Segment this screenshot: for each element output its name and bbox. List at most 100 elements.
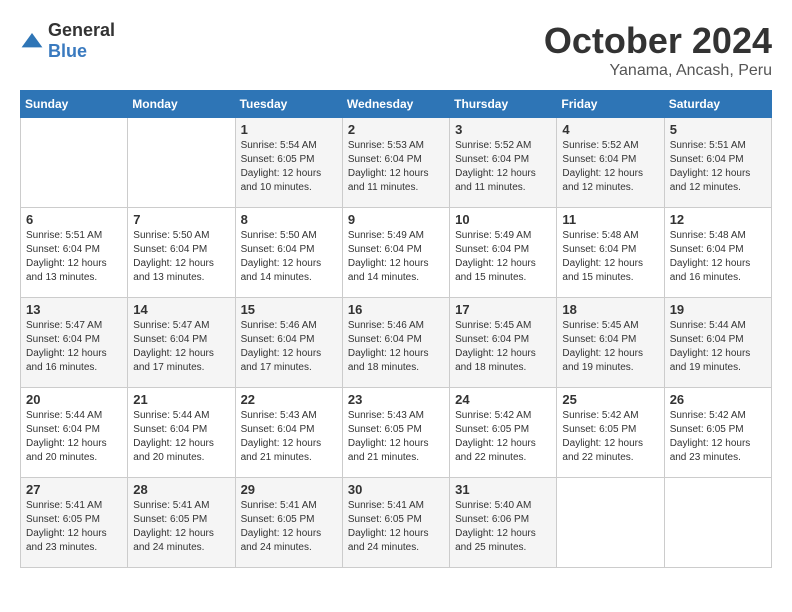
cell-info: Sunrise: 5:44 AMSunset: 6:04 PMDaylight:… <box>26 409 122 465</box>
day-number: 20 <box>26 392 122 407</box>
cell-info: Sunrise: 5:42 AMSunset: 6:05 PMDaylight:… <box>455 409 551 465</box>
calendar-cell: 8 Sunrise: 5:50 AMSunset: 6:04 PMDaylight… <box>235 208 342 298</box>
week-row-5: 27 Sunrise: 5:41 AMSunset: 6:05 PMDayligh… <box>21 478 772 568</box>
logo-general: General <box>48 20 115 40</box>
calendar-table: SundayMondayTuesdayWednesdayThursdayFrid… <box>20 90 772 568</box>
calendar-cell: 23 Sunrise: 5:43 AMSunset: 6:05 PMDayligh… <box>342 388 449 478</box>
cell-info: Sunrise: 5:51 AMSunset: 6:04 PMDaylight:… <box>26 229 122 285</box>
cell-info: Sunrise: 5:46 AMSunset: 6:04 PMDaylight:… <box>348 319 444 375</box>
calendar-cell: 14 Sunrise: 5:47 AMSunset: 6:04 PMDayligh… <box>128 298 235 388</box>
calendar-cell: 19 Sunrise: 5:44 AMSunset: 6:04 PMDayligh… <box>664 298 771 388</box>
calendar-cell: 21 Sunrise: 5:44 AMSunset: 6:04 PMDayligh… <box>128 388 235 478</box>
calendar-cell: 29 Sunrise: 5:41 AMSunset: 6:05 PMDayligh… <box>235 478 342 568</box>
calendar-cell: 18Sunrise: 5:45 AMSunset: 6:04 PMDayligh… <box>557 298 664 388</box>
location-title: Yanama, Ancash, Peru <box>544 62 772 80</box>
calendar-cell: 10 Sunrise: 5:49 AMSunset: 6:04 PMDayligh… <box>450 208 557 298</box>
cell-info: Sunrise: 5:50 AMSunset: 6:04 PMDaylight:… <box>241 229 337 285</box>
calendar-cell: 2 Sunrise: 5:53 AMSunset: 6:04 PMDaylight… <box>342 118 449 208</box>
cell-info: Sunrise: 5:41 AMSunset: 6:05 PMDaylight:… <box>26 499 122 555</box>
cell-info: Sunrise: 5:49 AMSunset: 6:04 PMDaylight:… <box>348 229 444 285</box>
cell-info: Sunrise: 5:48 AMSunset: 6:04 PMDaylight:… <box>670 229 766 285</box>
header-row: SundayMondayTuesdayWednesdayThursdayFrid… <box>21 91 772 118</box>
calendar-cell: 25 Sunrise: 5:42 AMSunset: 6:05 PMDayligh… <box>557 388 664 478</box>
logo-text: General Blue <box>48 20 115 62</box>
calendar-cell: 6 Sunrise: 5:51 AMSunset: 6:04 PMDaylight… <box>21 208 128 298</box>
cell-info: Sunrise: 5:48 AMSunset: 6:04 PMDaylight:… <box>562 229 658 285</box>
calendar-cell: 22 Sunrise: 5:43 AMSunset: 6:04 PMDayligh… <box>235 388 342 478</box>
day-number: 19 <box>670 302 766 317</box>
cell-info: Sunrise: 5:43 AMSunset: 6:05 PMDaylight:… <box>348 409 444 465</box>
day-number: 5 <box>670 122 766 137</box>
cell-info: Sunrise: 5:43 AMSunset: 6:04 PMDaylight:… <box>241 409 337 465</box>
day-number: 10 <box>455 212 551 227</box>
day-number: 23 <box>348 392 444 407</box>
day-number: 6 <box>26 212 122 227</box>
day-number: 22 <box>241 392 337 407</box>
day-number: 27 <box>26 482 122 497</box>
day-number: 14 <box>133 302 229 317</box>
day-number: 18 <box>562 302 658 317</box>
calendar-cell: 13 Sunrise: 5:47 AMSunset: 6:04 PMDayligh… <box>21 298 128 388</box>
cell-info: Sunrise: 5:42 AMSunset: 6:05 PMDaylight:… <box>562 409 658 465</box>
day-number: 24 <box>455 392 551 407</box>
calendar-cell: 26Sunrise: 5:42 AMSunset: 6:05 PMDayligh… <box>664 388 771 478</box>
calendar-cell: 30 Sunrise: 5:41 AMSunset: 6:05 PMDayligh… <box>342 478 449 568</box>
calendar-cell: 17Sunrise: 5:45 AMSunset: 6:04 PMDayligh… <box>450 298 557 388</box>
calendar-cell: 24 Sunrise: 5:42 AMSunset: 6:05 PMDayligh… <box>450 388 557 478</box>
cell-info: Sunrise: 5:47 AMSunset: 6:04 PMDaylight:… <box>133 319 229 375</box>
cell-info: Sunrise: 5:42 AMSunset: 6:05 PMDaylight:… <box>670 409 766 465</box>
calendar-cell: 27 Sunrise: 5:41 AMSunset: 6:05 PMDayligh… <box>21 478 128 568</box>
calendar-cell <box>557 478 664 568</box>
header-day-tuesday: Tuesday <box>235 91 342 118</box>
day-number: 30 <box>348 482 444 497</box>
calendar-cell: 7 Sunrise: 5:50 AMSunset: 6:04 PMDaylight… <box>128 208 235 298</box>
cell-info: Sunrise: 5:44 AMSunset: 6:04 PMDaylight:… <box>133 409 229 465</box>
cell-info: Sunrise: 5:47 AMSunset: 6:04 PMDaylight:… <box>26 319 122 375</box>
calendar-cell <box>664 478 771 568</box>
day-number: 29 <box>241 482 337 497</box>
day-number: 2 <box>348 122 444 137</box>
day-number: 7 <box>133 212 229 227</box>
cell-info: Sunrise: 5:41 AMSunset: 6:05 PMDaylight:… <box>241 499 337 555</box>
cell-info: Sunrise: 5:49 AMSunset: 6:04 PMDaylight:… <box>455 229 551 285</box>
calendar-cell: 28 Sunrise: 5:41 AMSunset: 6:05 PMDayligh… <box>128 478 235 568</box>
cell-info: Sunrise: 5:46 AMSunset: 6:04 PMDaylight:… <box>241 319 337 375</box>
week-row-3: 13 Sunrise: 5:47 AMSunset: 6:04 PMDayligh… <box>21 298 772 388</box>
day-number: 1 <box>241 122 337 137</box>
calendar-cell: 31 Sunrise: 5:40 AMSunset: 6:06 PMDayligh… <box>450 478 557 568</box>
calendar-cell: 16 Sunrise: 5:46 AMSunset: 6:04 PMDayligh… <box>342 298 449 388</box>
cell-info: Sunrise: 5:54 AMSunset: 6:05 PMDaylight:… <box>241 139 337 195</box>
day-number: 3 <box>455 122 551 137</box>
cell-info: Sunrise: 5:40 AMSunset: 6:06 PMDaylight:… <box>455 499 551 555</box>
cell-info: Sunrise: 5:41 AMSunset: 6:05 PMDaylight:… <box>348 499 444 555</box>
cell-info: Sunrise: 5:45 AMSunset: 6:04 PMDaylight:… <box>455 319 551 375</box>
header: General Blue October 2024 Yanama, Ancash… <box>20 20 772 80</box>
calendar-cell <box>128 118 235 208</box>
logo-blue: Blue <box>48 41 87 61</box>
day-number: 16 <box>348 302 444 317</box>
day-number: 25 <box>562 392 658 407</box>
day-number: 31 <box>455 482 551 497</box>
cell-info: Sunrise: 5:44 AMSunset: 6:04 PMDaylight:… <box>670 319 766 375</box>
week-row-1: 1 Sunrise: 5:54 AMSunset: 6:05 PMDaylight… <box>21 118 772 208</box>
week-row-2: 6 Sunrise: 5:51 AMSunset: 6:04 PMDaylight… <box>21 208 772 298</box>
day-number: 28 <box>133 482 229 497</box>
title-section: October 2024 Yanama, Ancash, Peru <box>544 20 772 80</box>
day-number: 8 <box>241 212 337 227</box>
calendar-cell: 11Sunrise: 5:48 AMSunset: 6:04 PMDayligh… <box>557 208 664 298</box>
day-number: 13 <box>26 302 122 317</box>
header-day-saturday: Saturday <box>664 91 771 118</box>
day-number: 9 <box>348 212 444 227</box>
day-number: 21 <box>133 392 229 407</box>
cell-info: Sunrise: 5:53 AMSunset: 6:04 PMDaylight:… <box>348 139 444 195</box>
header-day-wednesday: Wednesday <box>342 91 449 118</box>
month-title: October 2024 <box>544 20 772 62</box>
header-day-monday: Monday <box>128 91 235 118</box>
cell-info: Sunrise: 5:41 AMSunset: 6:05 PMDaylight:… <box>133 499 229 555</box>
cell-info: Sunrise: 5:50 AMSunset: 6:04 PMDaylight:… <box>133 229 229 285</box>
day-number: 4 <box>562 122 658 137</box>
logo: General Blue <box>20 20 115 62</box>
cell-info: Sunrise: 5:51 AMSunset: 6:04 PMDaylight:… <box>670 139 766 195</box>
calendar-cell: 5 Sunrise: 5:51 AMSunset: 6:04 PMDaylight… <box>664 118 771 208</box>
calendar-cell: 1 Sunrise: 5:54 AMSunset: 6:05 PMDaylight… <box>235 118 342 208</box>
